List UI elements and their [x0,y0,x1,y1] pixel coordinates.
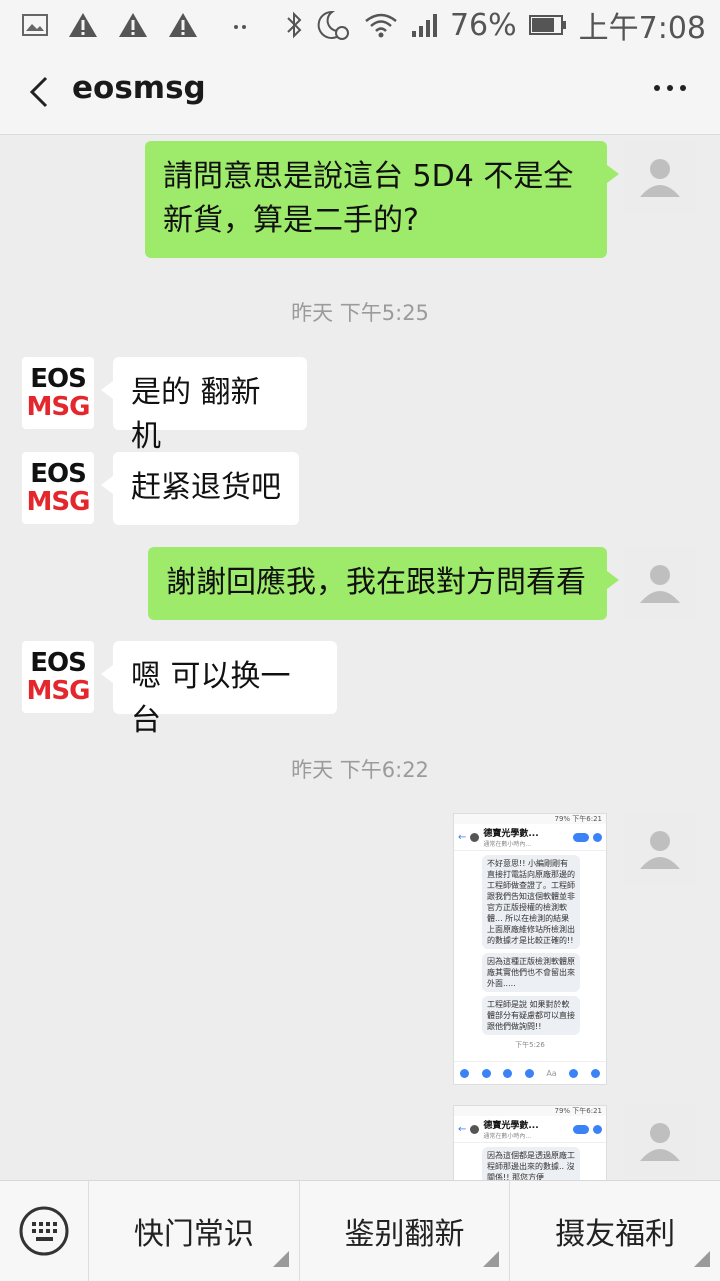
screenshot-title-block: 德寶光學數... 通常在數小時內... [483,1121,539,1140]
page-avatar [470,832,480,842]
chat-header: eosmsg [0,50,720,135]
person-icon [640,159,680,197]
eosmsg-avatar[interactable]: EOS MSG [22,357,94,429]
menu-item-identify-refurbished[interactable]: 鉴别翻新 [300,1181,511,1281]
info-icon [593,1124,602,1134]
chat-area[interactable]: 請問意思是說這台 5D4 不是全新貨，算是二手的? 昨天 下午5:25 EOS M… [0,135,720,1180]
keyboard-icon [19,1206,69,1256]
message-bubble-received[interactable]: 赶紧退货吧 [101,452,299,525]
bluetooth-icon [287,11,302,39]
battery-icon [528,15,566,35]
screenshot-input: Aa [546,1068,557,1078]
screenshot-status: 79% 下午6:21 [454,1106,606,1116]
emoji-icon [569,1068,579,1078]
chevron-left-icon[interactable] [22,72,62,112]
user-avatar[interactable] [624,813,696,885]
message-bubble-sent[interactable]: 請問意思是說這台 5D4 不是全新貨，算是二手的? [145,141,619,258]
timestamp: 昨天 下午5:25 [291,301,429,325]
wifi-icon [365,13,397,38]
message-bubble-sent[interactable]: 謝謝回應我，我在跟對方問看看 [148,547,619,620]
clock: 上午7:08 [578,11,706,46]
plus-icon [460,1068,470,1078]
image-message-screenshot[interactable]: 79% 下午6:21 ← 德寶光學數... 通常在數小時內... 不好意思!! … [453,813,607,1085]
menu-item-member-benefits[interactable]: 摄友福利 [510,1181,720,1281]
status-bar: 76% 上午7:08 [0,0,720,50]
image-message-screenshot[interactable]: 79% 下午6:21 ← 德寶光學數... 通常在數小時內... 因為這個都是透… [453,1105,607,1180]
screenshot-messages: 因為這個都是透過原廠工程師那邊出來的數據.. 沒關係!! 那您方便 [454,1143,606,1180]
menu-item-shutter-tips[interactable]: 快门常识 [89,1181,300,1281]
warning-icon [69,13,97,37]
info-icon [593,832,602,842]
screenshot-header: ← 德寶光學數... 通常在數小時內... [454,824,606,851]
dots-icon [234,25,246,29]
like-icon [590,1068,600,1078]
message-bubble-received[interactable]: 嗯 可以换一台 [101,641,337,738]
screenshot-title-block: 德寶光學數... 通常在數小時內... [483,829,539,848]
screenshot-time: 下午5:26 [515,1041,545,1049]
more-dots-icon[interactable] [654,78,694,98]
message-bubble-received[interactable]: 是的 翻新机 [101,357,307,454]
screenshot-messages: 不好意思!! 小編剛剛有直接打電話向原廠那邊的工程師做查證了。工程師跟我們告知這… [454,851,606,1035]
image-icon [22,14,48,36]
warning-icon [169,13,197,37]
eosmsg-avatar[interactable]: EOS MSG [22,641,94,713]
person-icon [640,831,680,869]
chat-title: eosmsg [72,70,206,106]
screenshot-status: 79% 下午6:21 [454,814,606,824]
check-icon [573,1124,589,1134]
timestamp: 昨天 下午6:22 [291,758,429,782]
person-icon [640,1123,680,1161]
screenshot-header: ← 德寶光學數... 通常在數小時內... [454,1116,606,1143]
user-avatar[interactable] [624,1105,696,1177]
back-arrow-icon: ← [458,831,467,843]
back-arrow-icon: ← [458,1123,467,1135]
user-avatar[interactable] [624,547,696,619]
camera-icon [481,1068,491,1078]
alarm-moon-icon [317,10,349,40]
warning-icon [119,13,147,37]
mic-icon [524,1068,534,1078]
eosmsg-avatar[interactable]: EOS MSG [22,452,94,524]
page-avatar [470,1124,480,1134]
signal-icon [411,14,437,37]
check-icon [573,832,589,842]
screenshot-input-bar: Aa [454,1061,606,1084]
battery-percent: 76% [449,7,517,43]
person-icon [640,565,680,603]
photo-icon [503,1068,513,1078]
keyboard-toggle-button[interactable] [0,1181,89,1281]
user-avatar[interactable] [624,141,696,213]
bottom-menu: 快门常识 鉴别翻新 摄友福利 [0,1180,720,1281]
